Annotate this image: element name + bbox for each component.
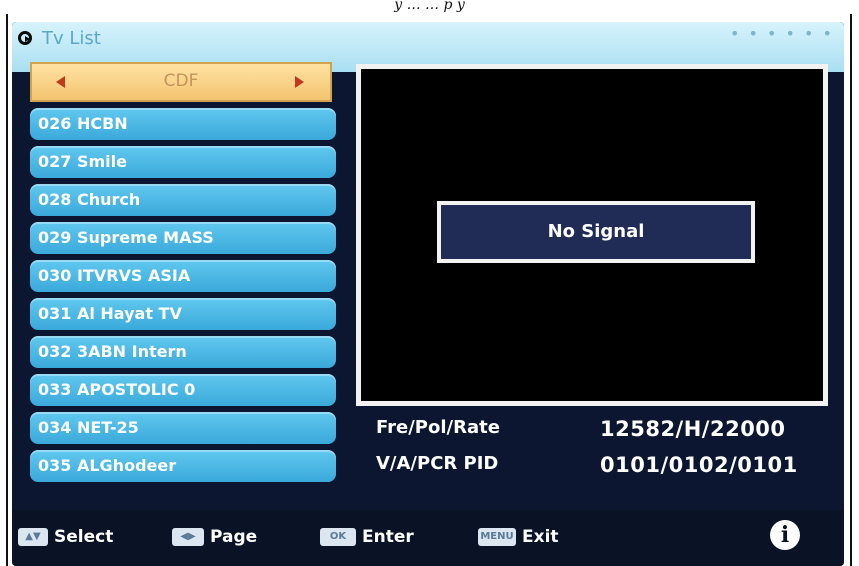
channel-item[interactable]: 032 3ABN Intern [30, 336, 336, 368]
channel-item[interactable]: 031 Al Hayat TV [30, 298, 336, 330]
info-icon[interactable]: i [770, 520, 800, 550]
channel-item[interactable]: 026 HCBN [30, 108, 336, 140]
frame-border-right [850, 14, 852, 566]
channel-item[interactable]: 035 ALGhodeer [30, 450, 336, 482]
channel-item[interactable]: 027 Smile [30, 146, 336, 178]
channel-item[interactable]: 028 Church [30, 184, 336, 216]
no-signal-message: No Signal [437, 201, 755, 263]
channel-group-selector[interactable]: CDF [30, 62, 332, 102]
pid-value: 0101/0102/0101 [600, 453, 798, 477]
channel-item[interactable]: 030 ITVRVS ASIA [30, 260, 336, 292]
exit-hint: MENU Exit [478, 526, 559, 548]
channel-group-name: CDF [163, 71, 199, 91]
enter-label: Enter [362, 527, 414, 547]
select-hint: ▲▼ Select [18, 526, 113, 548]
channel-item[interactable]: 034 NET-25 [30, 412, 336, 444]
tv-list-icon [18, 31, 32, 45]
page-hint: ◀▶ Page [172, 526, 257, 548]
menu-key-icon: MENU [478, 528, 516, 546]
video-preview: No Signal [356, 64, 828, 406]
channel-item[interactable]: 033 APOSTOLIC 0 [30, 374, 336, 406]
enter-hint: OK Enter [320, 526, 414, 548]
frame-border-left [6, 14, 8, 566]
title-dots: • • • • • • [729, 24, 834, 43]
page-label: Page [210, 527, 258, 547]
channel-panel: CDF 026 HCBN 027 Smile 028 Church 029 Su… [22, 62, 336, 512]
fre-pol-rate-label: Fre/Pol/Rate [376, 417, 500, 438]
footer-hints: ▲▼ Select ◀▶ Page OK Enter MENU Exit i [12, 510, 844, 566]
ok-key-icon: OK [320, 528, 356, 546]
channel-item[interactable]: 029 Supreme MASS [30, 222, 336, 254]
select-label: Select [54, 527, 114, 547]
arrow-right-icon[interactable] [295, 76, 304, 88]
up-down-key-icon: ▲▼ [18, 528, 48, 546]
pid-label: V/A/PCR PID [376, 453, 499, 474]
window-title: Tv List [42, 28, 101, 49]
exit-label: Exit [522, 527, 559, 547]
page-caption: y … … p y [394, 0, 465, 13]
fre-pol-rate-value: 12582/H/22000 [600, 417, 786, 441]
tv-screen: Tv List • • • • • • CDF 026 HCBN 027 Smi… [12, 22, 844, 566]
channel-list: 026 HCBN 027 Smile 028 Church 029 Suprem… [30, 108, 336, 488]
left-right-key-icon: ◀▶ [172, 528, 204, 546]
